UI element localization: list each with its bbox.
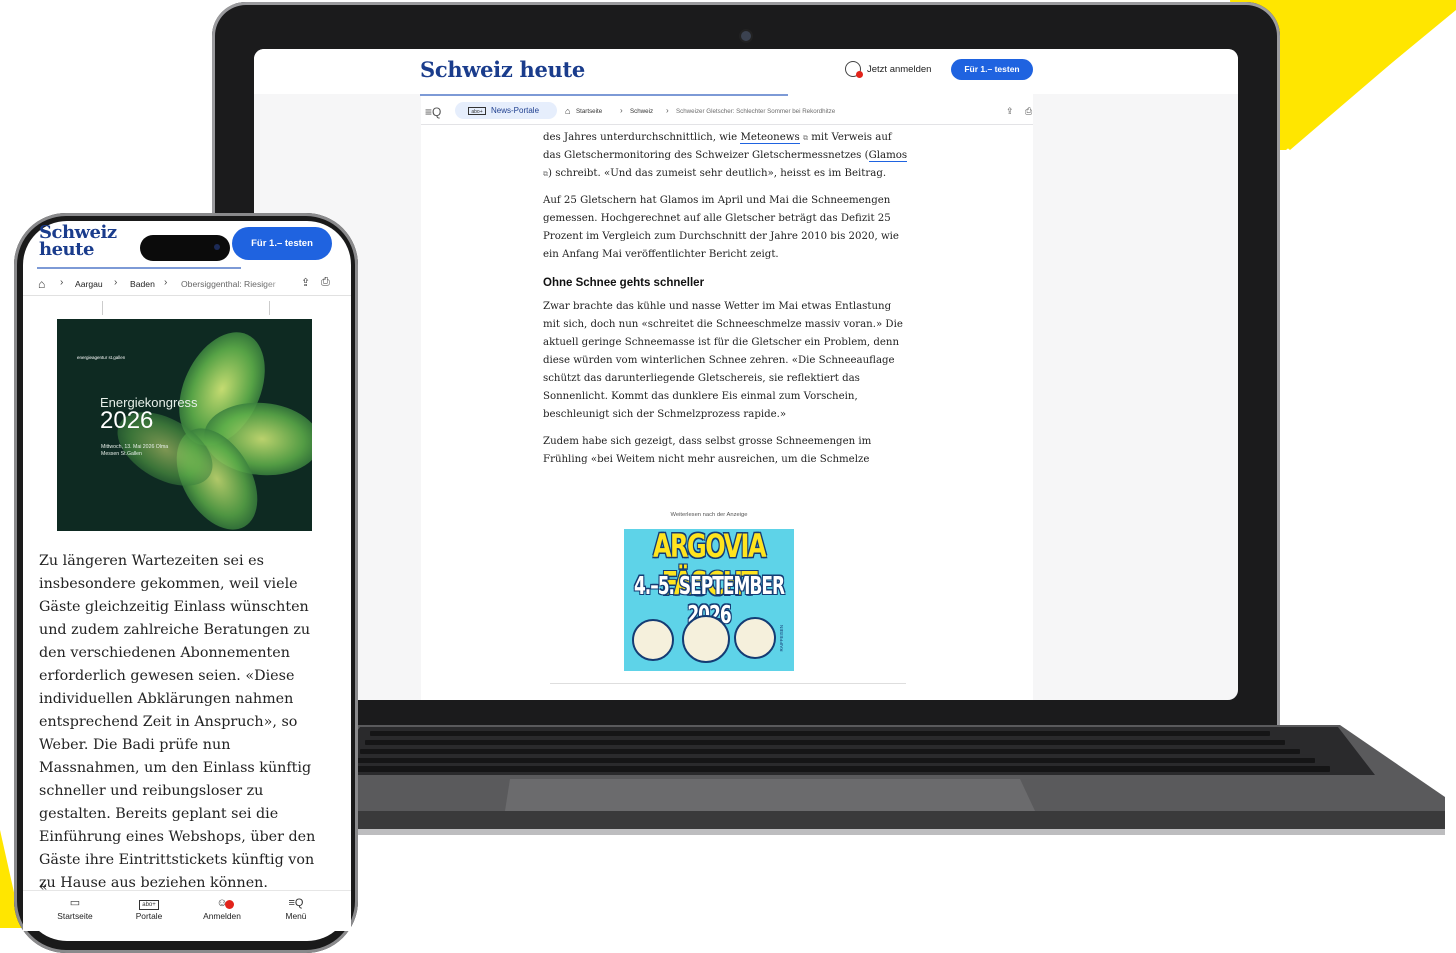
- bookmark-icon[interactable]: ⎙: [321, 276, 330, 289]
- laptop-keyboard-base: [300, 725, 1445, 835]
- leaf-graphic: [57, 319, 312, 531]
- phone-site-logo[interactable]: Schweiz heute: [39, 224, 119, 259]
- energiekongress-ad-image[interactable]: [57, 319, 312, 531]
- user-icon: ☺: [216, 897, 228, 909]
- article-subheading: Ohne Schnee gehts schneller: [543, 277, 705, 289]
- chevron-right-icon: ›: [620, 106, 623, 115]
- article-paragraph: Auf 25 Gletschern hat Glamos im April un…: [543, 195, 899, 260]
- abo-icon: abo+: [119, 897, 179, 911]
- ad-frame: [102, 301, 270, 315]
- tab-menu[interactable]: ≡Q Menü: [266, 897, 326, 921]
- breadcrumb-baden[interactable]: Baden: [130, 279, 155, 289]
- paragraph-text: ) schreibt. «Und das zumeist sehr deutli…: [548, 168, 887, 179]
- phone-article-text: Zu längeren Wartezeiten sei es insbesond…: [39, 553, 316, 891]
- abo-icon: abo+: [468, 107, 486, 115]
- ad-year: 2026: [100, 407, 154, 434]
- chevron-right-icon: ›: [114, 277, 118, 288]
- tab-label: Anmelden: [203, 911, 241, 921]
- chevron-right-icon: ›: [60, 277, 64, 288]
- article-paragraph: Zudem habe sich gezeigt, dass selbst gro…: [543, 436, 872, 465]
- abo-badge: abo+: [139, 900, 159, 910]
- tab-anmelden[interactable]: ☺ Anmelden: [192, 897, 252, 921]
- breadcrumb-startseite[interactable]: Startseite: [576, 108, 602, 115]
- ad-badge-icon: [632, 619, 674, 661]
- tab-startseite[interactable]: ▭ Startseite: [45, 897, 105, 921]
- chevron-right-icon: ›: [666, 106, 669, 115]
- breadcrumb-schweiz[interactable]: Schweiz: [630, 108, 653, 115]
- breadcrumb-current: Schweizer Gletscher: Schlechter Sommer b…: [676, 108, 836, 115]
- notification-dot: [225, 900, 234, 909]
- home-icon[interactable]: ⌂: [38, 277, 45, 291]
- site-logo[interactable]: Schweiz heute: [420, 57, 585, 82]
- logo-underline: [420, 94, 788, 96]
- tab-label: Portale: [135, 911, 163, 921]
- tab-label: Menü: [285, 911, 307, 921]
- breadcrumb-aargau[interactable]: Aargau: [75, 279, 103, 289]
- home-icon: ▭: [69, 897, 81, 909]
- home-icon[interactable]: ⌂: [565, 106, 570, 116]
- ad-label: Weiterlesen nach der Anzeige: [670, 512, 748, 518]
- paragraph-text: des Jahres unterdurchschnittlich, wie: [543, 132, 741, 143]
- article-paragraph: Zwar brachte das kühle und nasse Wetter …: [543, 301, 903, 420]
- breadcrumb-current: Obersiggenthal: Riesiger: [181, 279, 276, 289]
- bookmark-icon[interactable]: ⎙: [1025, 106, 1032, 117]
- glamos-link[interactable]: Glamos: [868, 150, 908, 162]
- tab-label: Startseite: [57, 911, 93, 921]
- ad-date: Mittwoch, 13. Mai 2026 Olma Messen St.Ga…: [101, 444, 169, 457]
- ad-divider: [550, 683, 906, 684]
- news-portale-label[interactable]: News-Portale: [491, 106, 539, 115]
- meteonews-link[interactable]: Meteonews: [740, 132, 800, 144]
- ad-badge-icon: [682, 615, 730, 663]
- article-paragraph: des Jahres unterdurchschnittlich, wie Me…: [543, 129, 909, 183]
- breadcrumb-fade: [264, 274, 294, 294]
- trial-button[interactable]: Für 1.– testen: [951, 59, 1033, 80]
- ad-banner[interactable]: ARGOVIA FÄSCHT 4.–5. SEPTEMBER 2026 RAIF…: [624, 529, 794, 671]
- share-icon[interactable]: ⇪: [1006, 106, 1014, 117]
- tab-portale[interactable]: abo+ Portale: [119, 897, 179, 921]
- share-icon[interactable]: ⇪: [301, 276, 310, 289]
- breadcrumb-divider: [23, 295, 351, 296]
- chevron-right-icon: ›: [164, 277, 168, 288]
- ad-sponsor: RAIFFEISEN: [779, 625, 784, 652]
- menu-search-icon: ≡Q: [288, 897, 304, 909]
- phone-trial-button[interactable]: Für 1.– testen: [232, 227, 332, 260]
- ad-organizer: energieagentur st.gallen: [77, 355, 126, 360]
- phone-camera: [214, 244, 220, 250]
- ad-badge-icon: [734, 617, 776, 659]
- logo-underline: [37, 267, 241, 269]
- login-link[interactable]: Jetzt anmelden: [867, 64, 931, 75]
- nav-divider: [421, 124, 1033, 125]
- menu-search-icon[interactable]: ≡Q: [425, 105, 441, 119]
- laptop-camera: [741, 31, 751, 41]
- notification-dot: [856, 71, 863, 78]
- article-body: des Jahres unterdurchschnittlich, wie Me…: [543, 129, 909, 478]
- laptop-screen: Schweiz heute Jetzt anmelden Für 1.– tes…: [254, 49, 1238, 700]
- site-header: [254, 49, 1238, 94]
